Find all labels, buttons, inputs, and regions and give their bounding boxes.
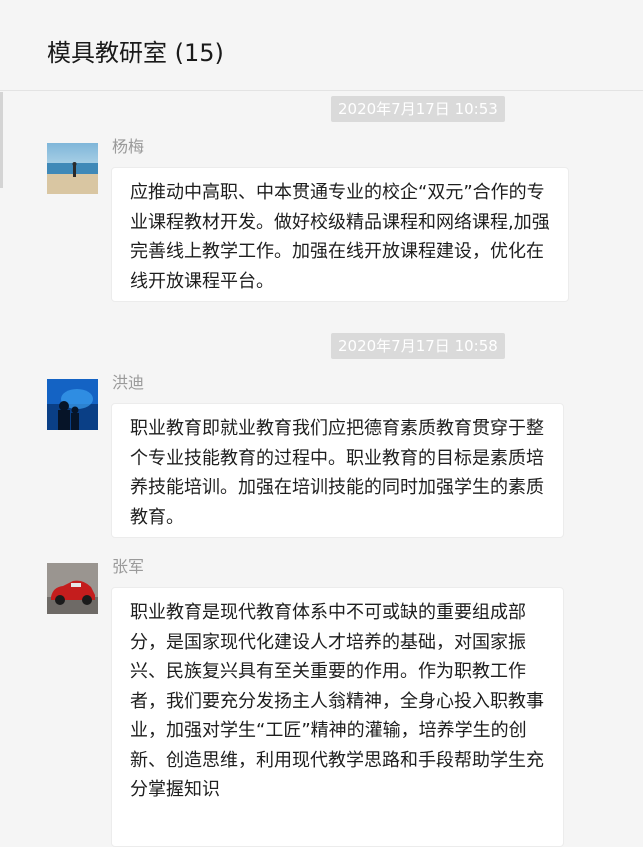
message-timestamp: 2020年7月17日 10:53 xyxy=(331,96,505,122)
sender-name: 张军 xyxy=(112,557,145,576)
message-timestamp: 2020年7月17日 10:58 xyxy=(331,333,505,359)
message-bubble[interactable]: 应推动中高职、中本贯通专业的校企“双元”合作的专业课程教材开发。做好校级精品课程… xyxy=(111,167,569,302)
avatar[interactable] xyxy=(47,379,98,430)
message-bubble[interactable]: 职业教育是现代教育体系中不可或缺的重要组成部分，是国家现代化建设人才培养的基础，… xyxy=(111,587,564,847)
message-list: 2020年7月17日 10:53 杨梅 应推动中高职、中本贯通专业的校企“双元”… xyxy=(0,92,643,847)
avatar[interactable] xyxy=(47,563,98,614)
avatar[interactable] xyxy=(47,143,98,194)
sender-name: 杨梅 xyxy=(112,137,145,156)
sender-name: 洪迪 xyxy=(112,373,145,392)
message-bubble[interactable]: 职业教育即就业教育我们应把德育素质教育贯穿于整个专业技能教育的过程中。职业教育的… xyxy=(111,403,564,538)
chat-header: 模具教研室 (15) xyxy=(0,0,643,91)
chat-title: 模具教研室 (15) xyxy=(47,39,224,67)
